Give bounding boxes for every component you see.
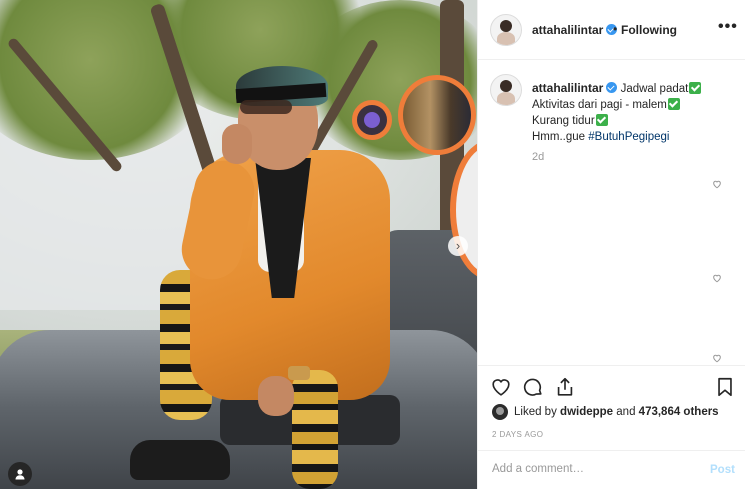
person-leg (292, 370, 338, 489)
share-icon[interactable] (554, 376, 576, 398)
likes-count-link[interactable]: 473,864 others (639, 406, 719, 418)
checkmark-emoji-icon (667, 98, 680, 110)
comment-like-heart-icon[interactable] (712, 179, 722, 189)
person-shoe (130, 440, 230, 480)
comment-like-heart-icon[interactable] (712, 273, 722, 283)
username-text[interactable]: attahalilintar (532, 23, 603, 37)
chevron-right-icon[interactable]: › (448, 236, 468, 256)
caption-timestamp[interactable]: 2d (532, 151, 544, 163)
caption-line: Kurang tidur (532, 115, 595, 127)
caption-username[interactable]: attahalilintar (532, 81, 618, 95)
caption-line: Jadwal padat (620, 83, 689, 95)
post-header: attahalilintar • Following ••• (478, 0, 745, 60)
comment-like-heart-icon[interactable] (712, 353, 722, 363)
likes-and: and (616, 406, 636, 418)
caption-section: attahalilintar Jadwal padat Aktivitas da… (478, 60, 745, 365)
liker-username-link[interactable]: dwideppe (560, 406, 613, 418)
more-options-icon[interactable]: ••• (718, 18, 738, 36)
caption-line: Aktivitas dari pagi - malem (532, 99, 667, 111)
post-side-panel: attahalilintar • Following ••• attahalil… (477, 0, 745, 489)
verified-icon (606, 82, 618, 93)
bookmark-icon[interactable] (714, 376, 736, 398)
checkmark-emoji-icon (689, 82, 702, 94)
heart-icon[interactable] (490, 376, 512, 398)
comment-input[interactable] (492, 463, 692, 475)
person-glasses (240, 100, 292, 114)
highlight-bubble-large (398, 75, 476, 155)
action-bar (478, 365, 745, 407)
following-button[interactable]: Following (621, 23, 677, 37)
caption-username-text[interactable]: attahalilintar (532, 81, 603, 95)
post-date[interactable]: 2 DAYS AGO (492, 430, 543, 439)
person-watch (288, 366, 310, 380)
person-hand (258, 376, 294, 416)
username-link[interactable]: attahalilintar (532, 23, 618, 37)
comment-bar: Post (478, 450, 745, 489)
avatar[interactable] (490, 14, 522, 46)
likes-prefix: Liked by (514, 406, 557, 418)
checkmark-emoji-icon (595, 114, 608, 126)
highlight-bubble-small (352, 100, 392, 140)
comment-icon[interactable] (522, 376, 544, 398)
avatar[interactable] (490, 74, 522, 106)
likes-summary: Liked by dwideppe and 473,864 others (492, 404, 719, 420)
hashtag-link[interactable]: #ButuhPegipegi (588, 131, 669, 143)
caption-line: Hmm..gue (532, 131, 589, 143)
post-comment-button[interactable]: Post (710, 464, 735, 476)
user-tag-icon[interactable] (8, 462, 32, 486)
post-photo[interactable]: › (0, 0, 477, 489)
separator-dot: • (613, 22, 618, 36)
liker-avatar[interactable] (492, 404, 508, 420)
person-hand (222, 124, 252, 164)
caption-text: attahalilintar Jadwal padat Aktivitas da… (532, 80, 732, 145)
